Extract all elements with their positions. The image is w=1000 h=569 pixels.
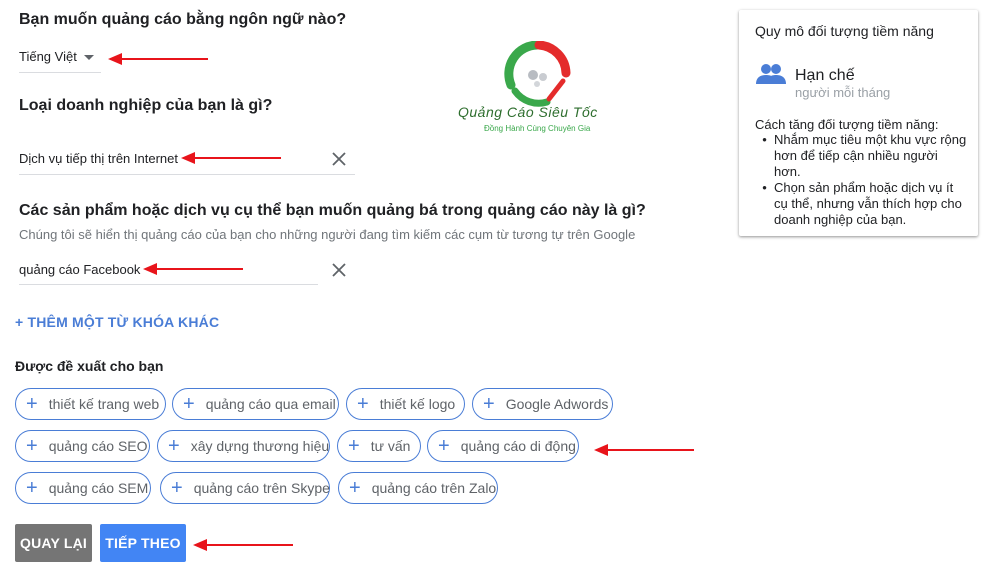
products-question: Các sản phẩm hoặc dịch vụ cụ thể bạn muố… xyxy=(19,202,646,219)
keyword-field-underline xyxy=(19,284,318,285)
audience-size-card: Quy mô đối tượng tiềm năng Hạn chế người… xyxy=(739,10,978,236)
chip-label: thiết kế trang web xyxy=(48,396,160,412)
suggestion-chip[interactable]: + xây dựng thương hiệu xyxy=(157,430,330,462)
audience-tips-title: Cách tăng đối tượng tiềm năng: xyxy=(755,117,939,132)
plus-icon: + xyxy=(168,435,180,457)
chip-label: quảng cáo SEM xyxy=(48,480,149,496)
plus-icon: + xyxy=(348,435,360,457)
products-hint: Chúng tôi sẽ hiển thị quảng cáo của bạn … xyxy=(19,227,636,242)
close-icon[interactable] xyxy=(330,261,348,279)
audience-tips-list: Nhắm mục tiêu một khu vực rộng hơn để ti… xyxy=(755,132,967,228)
brand-logo-tagline: Đồng Hành Cùng Chuyên Gia xyxy=(484,124,591,133)
annotation-arrow xyxy=(181,152,281,164)
annotation-arrow xyxy=(143,263,243,275)
suggestion-chip[interactable]: + Google Adwords xyxy=(472,388,613,420)
back-button[interactable]: QUAY LẠI xyxy=(15,524,92,562)
language-select[interactable]: Tiếng Việt xyxy=(19,48,101,73)
chip-label: Google Adwords xyxy=(505,396,609,412)
plus-icon: + xyxy=(438,435,450,457)
suggestion-chip[interactable]: + quảng cáo di động xyxy=(427,430,579,462)
audience-tip: Nhắm mục tiêu một khu vực rộng hơn để ti… xyxy=(755,132,967,180)
chip-label: quảng cáo trên Zalo xyxy=(371,480,497,496)
plus-icon: + xyxy=(349,477,361,499)
close-icon[interactable] xyxy=(330,150,348,168)
audience-tip: Chọn sản phẩm hoặc dịch vụ ít cụ thể, nh… xyxy=(755,180,967,228)
annotation-arrow xyxy=(193,539,293,551)
business-question: Loại doanh nghiệp của bạn là gì? xyxy=(19,97,273,114)
suggestion-chip[interactable]: + quảng cáo SEM xyxy=(15,472,151,504)
suggestions-title: Được đề xuất cho bạn xyxy=(15,358,164,374)
keyword-field[interactable]: quảng cáo Facebook xyxy=(19,262,140,277)
plus-icon: + xyxy=(183,393,195,415)
plus-icon: + xyxy=(357,393,369,415)
chip-label: thiết kế logo xyxy=(379,396,456,412)
chip-label: tư vấn xyxy=(370,438,411,454)
annotation-arrow xyxy=(594,444,694,456)
plus-icon: + xyxy=(171,477,183,499)
suggestion-chip[interactable]: + tư vấn xyxy=(337,430,421,462)
language-selected-value: Tiếng Việt xyxy=(19,49,77,64)
audience-card-title: Quy mô đối tượng tiềm năng xyxy=(755,23,934,39)
plus-icon: + xyxy=(483,393,495,415)
suggestion-chip[interactable]: + quảng cáo trên Zalo xyxy=(338,472,498,504)
suggestion-chip[interactable]: + thiết kế trang web xyxy=(15,388,166,420)
plus-icon: + xyxy=(26,477,38,499)
audience-level-unit: người mỗi tháng xyxy=(795,85,891,100)
business-type-field[interactable]: Dịch vụ tiếp thị trên Internet xyxy=(19,151,178,166)
suggestion-chip[interactable]: + quảng cáo qua email xyxy=(172,388,339,420)
suggestion-chip[interactable]: + quảng cáo trên Skype xyxy=(160,472,330,504)
chip-label: quảng cáo SEO xyxy=(48,438,148,454)
suggestion-chip[interactable]: + thiết kế logo xyxy=(346,388,465,420)
plus-icon: + xyxy=(26,435,38,457)
next-button[interactable]: TIẾP THEO xyxy=(100,524,186,562)
annotation-arrow xyxy=(108,53,208,65)
suggestion-chip[interactable]: + quảng cáo SEO xyxy=(15,430,150,462)
chip-label: xây dựng thương hiệu xyxy=(190,438,330,454)
plus-icon: + xyxy=(26,393,38,415)
brand-logo xyxy=(504,41,571,107)
chip-label: quảng cáo qua email xyxy=(205,396,336,412)
people-icon xyxy=(756,64,786,84)
add-keyword-link[interactable]: + THÊM MỘT TỪ KHÓA KHÁC xyxy=(15,314,219,330)
language-question: Bạn muốn quảng cáo bằng ngôn ngữ nào? xyxy=(19,11,347,28)
chip-label: quảng cáo trên Skype xyxy=(193,480,330,496)
triangle-down-icon xyxy=(84,55,94,60)
audience-level: Hạn chế xyxy=(795,67,855,84)
business-field-underline xyxy=(19,174,355,175)
chip-label: quảng cáo di động xyxy=(460,438,576,454)
brand-logo-name: Quảng Cáo Siêu Tốc xyxy=(458,104,598,120)
